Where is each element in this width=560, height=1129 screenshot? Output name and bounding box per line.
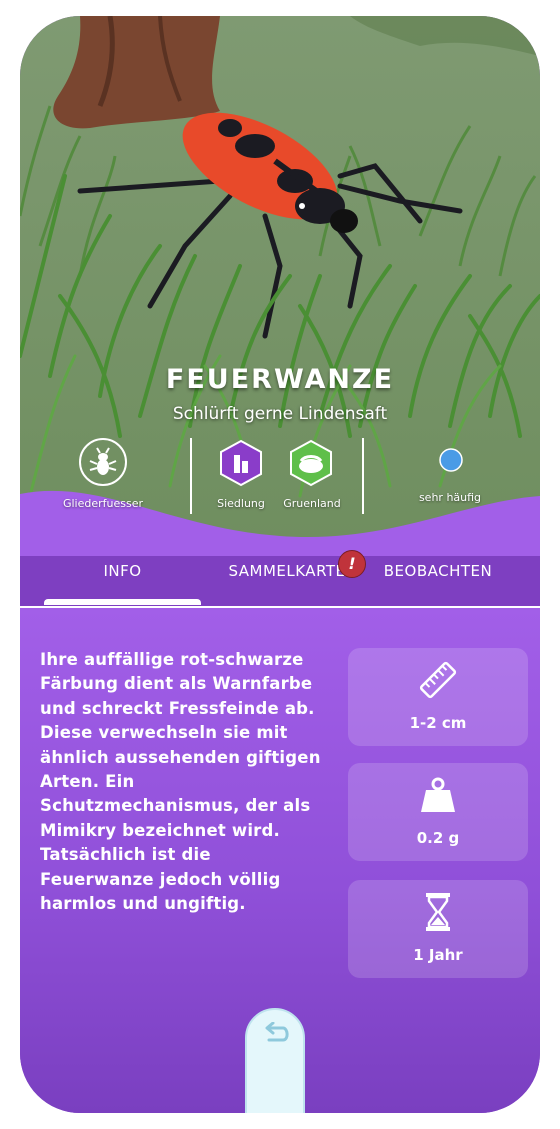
stat-weight: 0.2 g [348, 763, 528, 861]
back-button[interactable] [245, 1008, 305, 1113]
tab-beobachten[interactable]: BEOBACHTEN [370, 562, 506, 580]
info-description: Ihre auffällige rot-schwarze Färbung die… [40, 650, 321, 914]
stat-lifespan-value: 1 Jahr [413, 946, 463, 964]
insect-icon[interactable] [78, 437, 128, 487]
habitat-label-2: Gruenland [283, 497, 341, 510]
frequency-dot-icon [439, 448, 463, 472]
meadow-hexagon-icon[interactable] [287, 439, 335, 487]
hero-scene: Feuerwanze Schlürft gerne Lindensaft Gli… [20, 16, 540, 556]
building-hexagon-icon[interactable] [217, 439, 265, 487]
ruler-icon [418, 660, 458, 700]
group-label: Gliederfuesser [62, 497, 144, 510]
stat-size: 1-2 cm [348, 648, 528, 746]
alert-badge: ! [338, 550, 366, 578]
back-arrow-icon [265, 1022, 289, 1042]
frequency-label: sehr häufig [418, 491, 482, 504]
stat-weight-value: 0.2 g [416, 829, 460, 847]
divider-right [362, 438, 364, 514]
stat-size-value: 1-2 cm [409, 714, 467, 732]
hourglass-icon [418, 892, 458, 932]
active-tab-indicator [44, 599, 201, 605]
tab-info[interactable]: INFO [44, 562, 201, 580]
phone-screen: Feuerwanze Schlürft gerne Lindensaft Gli… [20, 16, 540, 1113]
weight-icon [418, 775, 458, 815]
habitat-label-1: Siedlung [217, 497, 265, 510]
creature-name: Feuerwanze [165, 364, 395, 395]
stat-lifespan: 1 Jahr [348, 880, 528, 978]
divider-left [190, 438, 192, 514]
creature-tagline: Schlürft gerne Lindensaft [172, 404, 388, 424]
